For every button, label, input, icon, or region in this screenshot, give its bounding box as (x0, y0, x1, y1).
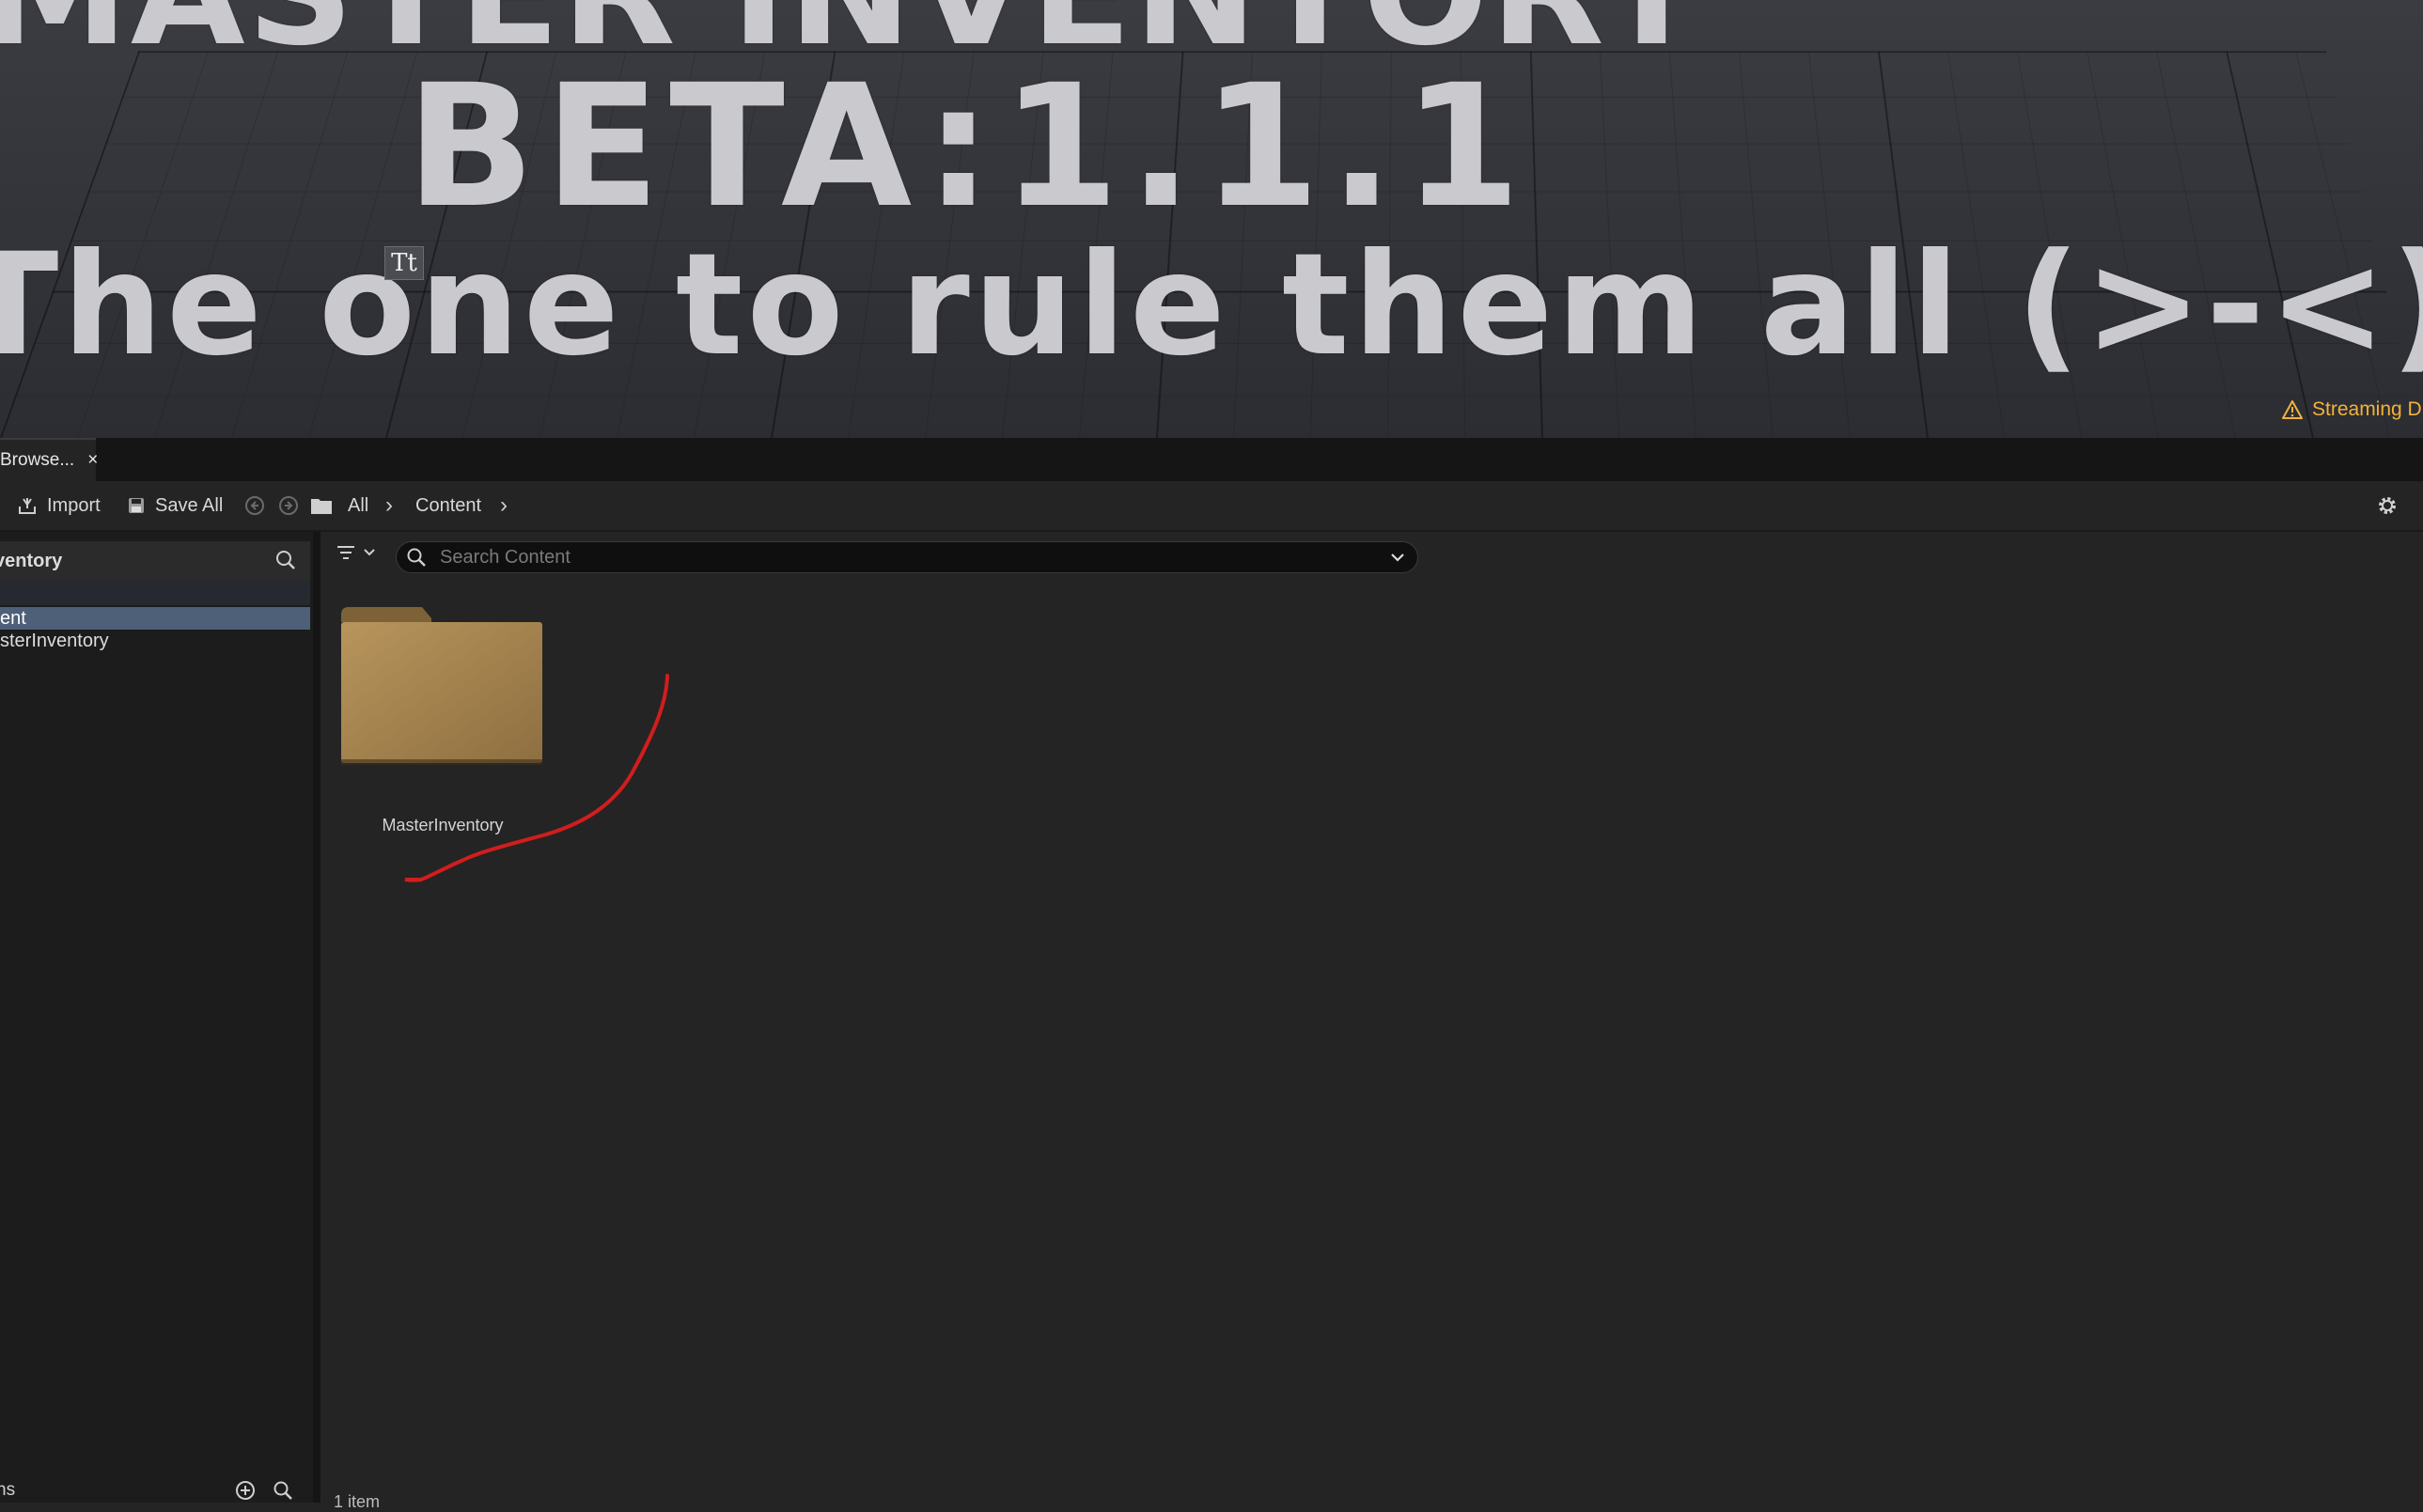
search-bar[interactable] (396, 541, 1418, 573)
level-viewport[interactable]: MASTER INVENTORY BETA:1.1.1 The one to r… (0, 0, 2423, 438)
close-icon[interactable]: × (87, 450, 98, 471)
breadcrumb-content[interactable]: Content (415, 481, 481, 530)
gear-icon (2379, 497, 2396, 514)
sources-title: ventory (0, 550, 63, 571)
save-all-button[interactable]: Save All (127, 481, 223, 530)
sources-header[interactable]: ventory (0, 541, 310, 581)
search-icon[interactable] (274, 549, 297, 571)
collections-header: ns (0, 1474, 310, 1503)
save-icon (129, 498, 144, 513)
filter-button[interactable] (336, 543, 377, 562)
search-icon[interactable] (273, 1480, 293, 1501)
import-button[interactable]: Import (17, 481, 101, 530)
folder-icon[interactable] (310, 481, 333, 530)
add-icon[interactable] (235, 1480, 256, 1501)
chevron-right-icon[interactable]: › (500, 481, 508, 530)
tab-content-browser[interactable]: Browse... × (0, 438, 98, 481)
back-button[interactable] (244, 481, 265, 530)
search-icon (407, 548, 426, 567)
text-actor-icon[interactable]: Tt (384, 246, 424, 280)
content-browser-toolbar: Import Save All All › Content › (0, 481, 2423, 532)
collections-label: ns (0, 1480, 16, 1500)
forward-arrow-icon (279, 496, 298, 515)
viewport-tagline-text: The one to rule them all (>-<) (0, 224, 2423, 387)
tree-item-masterinventory[interactable]: sterInventory (0, 630, 310, 652)
tree-item-content[interactable]: ent (0, 607, 310, 630)
back-arrow-icon (245, 496, 264, 515)
streaming-warning-label: Streaming D (2312, 398, 2422, 420)
streaming-warning[interactable]: Streaming D (2282, 398, 2422, 421)
warning-icon (2282, 400, 2303, 419)
chevron-right-icon[interactable]: › (385, 481, 393, 530)
folder-tile-masterinventory[interactable]: MasterInventory (339, 607, 546, 851)
save-all-label: Save All (155, 494, 224, 516)
tree-root-row (0, 581, 310, 605)
asset-view[interactable]: MasterInventory 1 item (320, 532, 2423, 1511)
sources-panel: ventory ent sterInventory ns (0, 532, 313, 1503)
asset-label: MasterInventory (382, 816, 504, 834)
red-annotation-stroke (404, 674, 669, 882)
import-label: Import (47, 494, 101, 516)
search-input[interactable] (427, 545, 1389, 569)
filter-icon (337, 546, 354, 559)
viewport-beta-text: BETA:1.1.1 (406, 49, 1531, 245)
panel-tab-bar: Browse... × (0, 438, 2423, 481)
forward-button[interactable] (278, 481, 299, 530)
chevron-down-icon[interactable] (1389, 551, 1406, 564)
settings-button[interactable] (2376, 481, 2399, 530)
tab-label: Browse... (0, 450, 75, 470)
chevron-down-icon (364, 549, 375, 556)
folder-icon (341, 607, 542, 765)
panel-splitter[interactable] (313, 532, 320, 1503)
import-icon (19, 498, 36, 514)
breadcrumb-all[interactable]: All (348, 481, 368, 530)
